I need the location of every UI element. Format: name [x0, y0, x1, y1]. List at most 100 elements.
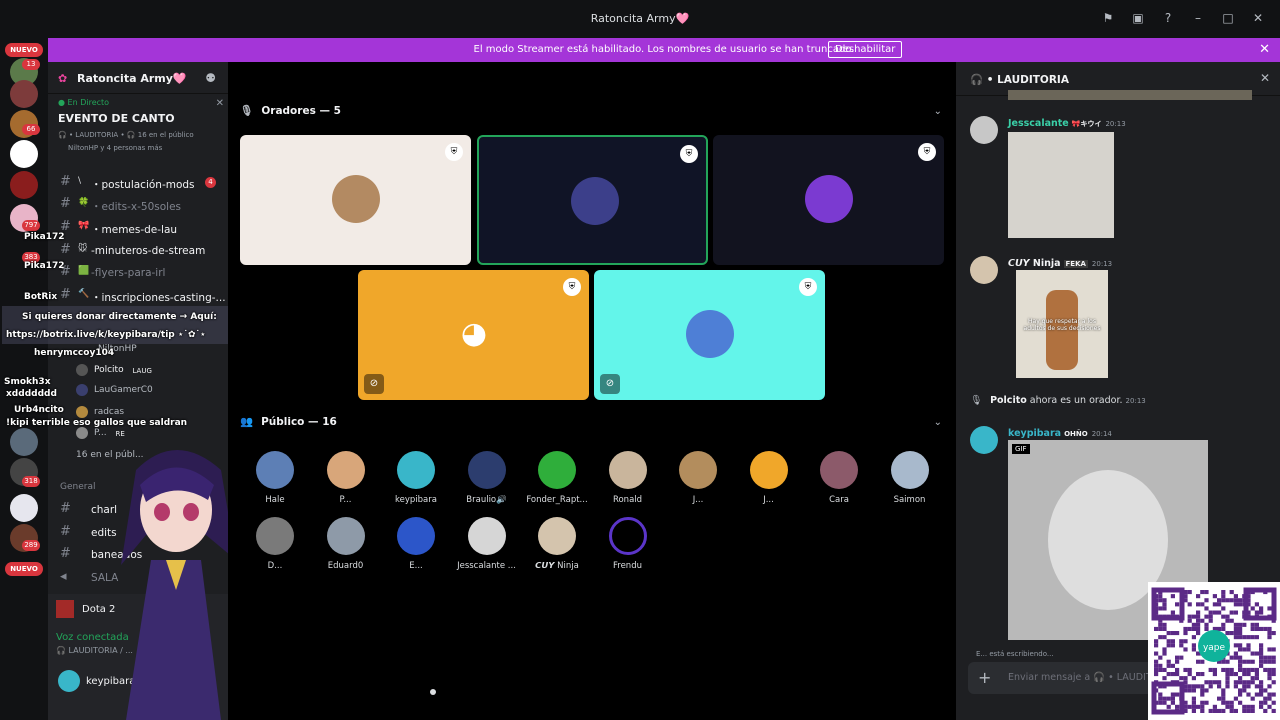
channel-inscripciones-casting[interactable]: # 🔨 ・inscripciones-casting-... [48, 285, 228, 305]
speaker-tile[interactable]: ⛨ [240, 135, 471, 265]
qr-module [1238, 622, 1243, 627]
audience-member-name: Eduard0 [327, 561, 364, 571]
qr-module [1242, 647, 1247, 652]
add-member-icon[interactable]: ⚉ [205, 71, 216, 85]
audience-member[interactable]: Fonder_Rapt... [522, 451, 592, 505]
help-icon[interactable]: ? [1160, 10, 1176, 26]
inbox-icon[interactable]: ▣ [1130, 10, 1146, 26]
speaker-tile[interactable]: ⛨ [713, 135, 944, 265]
voice-user[interactable]: Polcito LAUG [76, 364, 152, 382]
channel-postulacion-mods[interactable]: # \ ・postulación-mods 4 [48, 172, 228, 192]
close-icon[interactable]: ✕ [1250, 10, 1266, 26]
qr-module [1267, 626, 1272, 631]
speaker-tile[interactable]: ◕ ⛨ ⊘ [358, 270, 589, 400]
qr-module [1233, 708, 1238, 713]
audience-member-name: P... [339, 495, 352, 505]
audience-member[interactable]: Ronald [593, 451, 663, 505]
disable-streamer-button[interactable]: Deshabilitar [828, 41, 903, 58]
audience-member[interactable]: E... [381, 517, 451, 571]
close-icon[interactable]: ✕ [216, 98, 224, 109]
audience-member[interactable]: J... [734, 451, 804, 505]
qr-module [1221, 659, 1226, 664]
avatar[interactable] [970, 426, 998, 454]
close-icon[interactable]: ✕ [1260, 71, 1270, 85]
audience-member[interactable]: Saimon [875, 451, 945, 505]
qr-module [1175, 667, 1180, 672]
dota-server-icon[interactable] [10, 171, 38, 199]
plus-icon[interactable]: + [978, 668, 991, 687]
speaker-tile[interactable]: ⛨ ⊘ [594, 270, 825, 400]
speaker-tile[interactable]: ⛨ [477, 135, 708, 265]
qr-module [1217, 708, 1222, 713]
qr-module [1154, 659, 1159, 664]
audience-member[interactable]: Hale [240, 451, 310, 505]
qr-module [1229, 708, 1234, 713]
message-author[interactable]: keypibara [1008, 428, 1061, 439]
qr-module [1263, 667, 1268, 672]
audience-member[interactable]: 𝘾𝙐𝙔 Ninja [522, 517, 592, 571]
audience-header[interactable]: 👥 Público — 16 [240, 415, 337, 428]
qr-module [1187, 618, 1192, 623]
category-general[interactable]: General [60, 482, 95, 500]
overlay-user: Pika172 [24, 232, 65, 242]
audience-member[interactable]: Cara [804, 451, 874, 505]
qr-module [1162, 606, 1167, 611]
mention-badge: 289 [22, 540, 40, 551]
qr-module [1225, 676, 1230, 681]
qr-module [1191, 700, 1196, 705]
audience-member[interactable]: P... [311, 451, 381, 505]
flag-icon[interactable]: ⚑ [1100, 10, 1116, 26]
qr-module [1238, 598, 1243, 603]
qr-module [1225, 614, 1230, 619]
banner-close-icon[interactable]: ✕ [1259, 42, 1270, 57]
avatar[interactable] [970, 256, 998, 284]
voice-user[interactable]: LauGamerC0 [76, 384, 153, 402]
qr-module [1263, 696, 1268, 701]
server-icon[interactable] [10, 80, 38, 108]
qr-module [1204, 688, 1209, 693]
server-icon[interactable] [10, 428, 38, 456]
audience-member[interactable]: Frendu [593, 517, 663, 571]
message-author[interactable]: Jesscalante [1008, 118, 1069, 129]
qr-module [1200, 602, 1205, 607]
avatar[interactable] [970, 116, 998, 144]
audience-member[interactable]: D... [240, 517, 310, 571]
maximize-icon[interactable]: □ [1220, 10, 1236, 26]
ofc-server-icon[interactable] [10, 140, 38, 168]
audience-member[interactable]: Braulio🔊 [452, 451, 522, 505]
qr-module [1221, 700, 1226, 705]
message-author[interactable]: 𝘾𝙐𝙔 Ninja [1008, 258, 1061, 269]
channel-memes-de-lau[interactable]: # 🎀 ・memes-de-lau [48, 217, 228, 237]
qr-module [1158, 594, 1163, 599]
audience-member[interactable]: Eduard0 [311, 517, 381, 571]
qr-module [1191, 684, 1196, 689]
qr-module [1229, 700, 1234, 705]
audience-member[interactable]: Jesscalante ... [452, 517, 522, 571]
audience-member[interactable]: J... [663, 451, 733, 505]
qr-module [1229, 631, 1234, 636]
qr-module [1166, 696, 1171, 701]
qr-module [1158, 606, 1163, 611]
chevron-down-icon[interactable]: ⌄ [934, 417, 942, 428]
channel-flyers-para-irl[interactable]: # 🟩 -flyers-para-irl [48, 262, 228, 282]
qr-module [1187, 688, 1192, 693]
overlay-text: xddddddd [6, 389, 57, 399]
qr-module [1246, 680, 1251, 685]
server-header[interactable]: ✿ Ratoncita Army🩷 ⚉ [48, 62, 228, 94]
qr-module [1242, 667, 1247, 672]
qr-module [1229, 704, 1234, 709]
minimize-icon[interactable]: – [1190, 10, 1206, 26]
cat-image[interactable] [1008, 132, 1114, 238]
window-title: Ratoncita Army🩷 [590, 12, 690, 25]
qr-module [1246, 704, 1251, 709]
server-icon[interactable] [10, 494, 38, 522]
qr-module [1242, 688, 1247, 693]
live-event-card[interactable]: ● En Directo EVENTO DE CANTO 🎧 • LAUDITO… [58, 98, 224, 152]
meme-image[interactable]: Hay que respetar a los adultos de sus de… [1016, 270, 1108, 378]
channel-minuteros-de-stream[interactable]: # 🐭 -minuteros-de-stream [48, 240, 228, 260]
speakers-header[interactable]: 🎙 Oradores — 5 [240, 104, 341, 117]
channel-edits-x-50soles[interactable]: # 🍀 ・edits-x-50soles [48, 194, 228, 214]
qr-module [1271, 708, 1276, 713]
audience-member[interactable]: keypibara [381, 451, 451, 505]
chevron-down-icon[interactable]: ⌄ [934, 106, 942, 117]
